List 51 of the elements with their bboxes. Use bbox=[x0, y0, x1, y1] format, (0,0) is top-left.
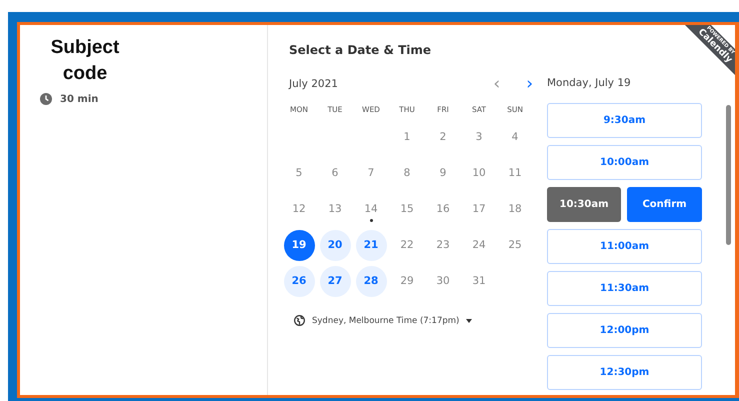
confirm-button[interactable]: Confirm bbox=[627, 187, 702, 222]
day-button[interactable]: 28 bbox=[356, 266, 386, 296]
globe-icon bbox=[294, 315, 305, 326]
next-month-button[interactable]: › bbox=[522, 77, 537, 91]
time-slot-button[interactable]: 12:30pm bbox=[547, 355, 702, 390]
event-title: Subject code bbox=[50, 36, 120, 86]
day-number: 15 bbox=[400, 203, 414, 215]
day-number: 3 bbox=[476, 131, 482, 143]
day-number: 22 bbox=[400, 239, 414, 251]
day-number: 11 bbox=[508, 167, 522, 179]
day-number: 30 bbox=[436, 275, 450, 287]
day-button[interactable]: 26 bbox=[284, 266, 314, 296]
day-button[interactable]: 19 bbox=[284, 230, 314, 260]
day-number: 1 bbox=[404, 131, 410, 143]
day-number: 17 bbox=[472, 203, 486, 215]
day-number: 14 bbox=[364, 203, 378, 215]
caret-icon bbox=[466, 318, 472, 322]
day-number: 23 bbox=[436, 239, 450, 251]
day-number: 6 bbox=[332, 167, 338, 179]
day-number: 12 bbox=[292, 203, 306, 215]
day-button[interactable]: 20 bbox=[320, 230, 350, 260]
day-button[interactable]: 21 bbox=[356, 230, 386, 260]
month-label: July 2021 bbox=[289, 78, 338, 90]
time-slot-button[interactable]: 12:00pm bbox=[547, 313, 702, 348]
previous-month-button[interactable]: ‹ bbox=[489, 77, 504, 91]
clock-icon bbox=[40, 93, 52, 105]
time-slot-button[interactable]: 9:30am bbox=[547, 103, 702, 138]
selected-date-label: Monday, July 19 bbox=[547, 77, 632, 91]
day-number: 4 bbox=[512, 131, 518, 143]
time-slot-button[interactable]: 11:00am bbox=[547, 229, 702, 264]
day-number: 18 bbox=[508, 203, 522, 215]
day-number: 31 bbox=[472, 275, 486, 287]
timezone-dropdown[interactable]: Sydney, Melbourne Time (7:17pm) bbox=[312, 316, 460, 326]
day-button[interactable]: 27 bbox=[320, 266, 350, 296]
day-number: 2 bbox=[440, 131, 446, 143]
time-slot-button[interactable]: 10:30am bbox=[547, 187, 621, 222]
scrollbar[interactable] bbox=[726, 105, 731, 245]
day-number: 10 bbox=[472, 167, 486, 179]
day-number: 5 bbox=[296, 167, 302, 179]
time-slot-button[interactable]: 11:30am bbox=[547, 271, 702, 306]
page-heading: Select a Date & Time bbox=[289, 43, 432, 57]
duration-text: 30 min bbox=[60, 94, 98, 104]
day-number: 24 bbox=[472, 239, 486, 251]
day-number: 8 bbox=[404, 167, 410, 179]
day-number: 16 bbox=[436, 203, 450, 215]
day-number: 29 bbox=[400, 275, 414, 287]
day-number: 25 bbox=[508, 239, 522, 251]
day-number: 13 bbox=[328, 203, 342, 215]
day-number: 9 bbox=[440, 167, 446, 179]
day-number: 7 bbox=[368, 167, 374, 179]
time-slot-button[interactable]: 10:00am bbox=[547, 145, 702, 180]
